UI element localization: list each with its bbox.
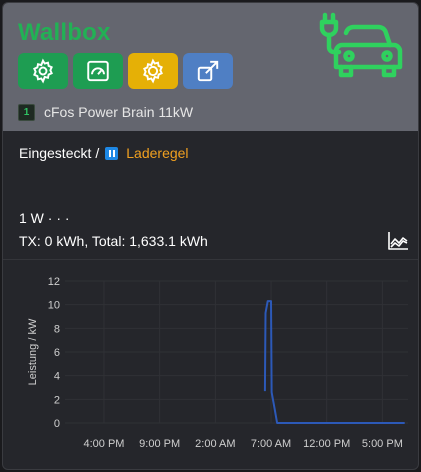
card-header: Wallbox 1 cFos Power Brain 11kW <box>3 3 418 131</box>
y-tick-label: 0 <box>54 418 60 430</box>
meter-icon <box>87 60 109 82</box>
plug-state: Eingesteckt <box>19 145 92 161</box>
solar-settings-button[interactable] <box>128 53 178 89</box>
device-name: cFos Power Brain 11kW <box>44 104 194 120</box>
y-axis-label: Leistung / kW <box>27 318 39 385</box>
device-number-badge: 1 <box>18 104 35 121</box>
chart-toggle-icon[interactable] <box>387 231 409 251</box>
status-separator: / <box>95 145 100 161</box>
external-link-icon <box>197 60 219 82</box>
status-row: Eingesteckt / Laderegel <box>19 145 189 161</box>
charging-mode: Laderegel <box>126 145 189 161</box>
power-chart: 0 2 4 6 8 10 12 4:00 PM 9:00 PM 2:00 AM 7:00 AM 12:… <box>27 276 408 450</box>
meter-button[interactable] <box>73 53 123 89</box>
y-tick-label: 4 <box>54 371 60 383</box>
x-tick-label: 5:00 PM <box>362 438 403 450</box>
sun-gear-icon <box>143 58 163 84</box>
x-tick-label: 2:00 AM <box>195 438 235 450</box>
x-tick-label: 9:00 PM <box>139 438 180 450</box>
ev-car-plug-icon <box>319 12 403 78</box>
wallbox-card: Wallbox 1 cFos Power Brain 11kW Eingeste… <box>2 2 419 470</box>
y-tick-label: 6 <box>54 347 60 359</box>
energy-summary: TX: 0 kWh, Total: 1,633.1 kWh <box>19 233 208 249</box>
x-tick-label: 7:00 AM <box>251 438 291 450</box>
pause-icon <box>105 146 119 160</box>
power-value: 1 W · · · <box>19 210 70 226</box>
settings-button[interactable] <box>18 53 68 89</box>
y-tick-label: 10 <box>48 300 60 312</box>
x-tick-label: 12:00 PM <box>303 438 350 450</box>
y-tick-label: 12 <box>48 276 60 288</box>
gear-icon <box>33 58 53 84</box>
widget-title: Wallbox <box>18 19 111 46</box>
section-divider <box>3 259 418 260</box>
series-line <box>263 300 405 424</box>
y-tick-label: 2 <box>54 394 60 406</box>
open-external-button[interactable] <box>183 53 233 89</box>
y-tick-label: 8 <box>54 323 60 335</box>
x-tick-label: 4:00 PM <box>83 438 124 450</box>
